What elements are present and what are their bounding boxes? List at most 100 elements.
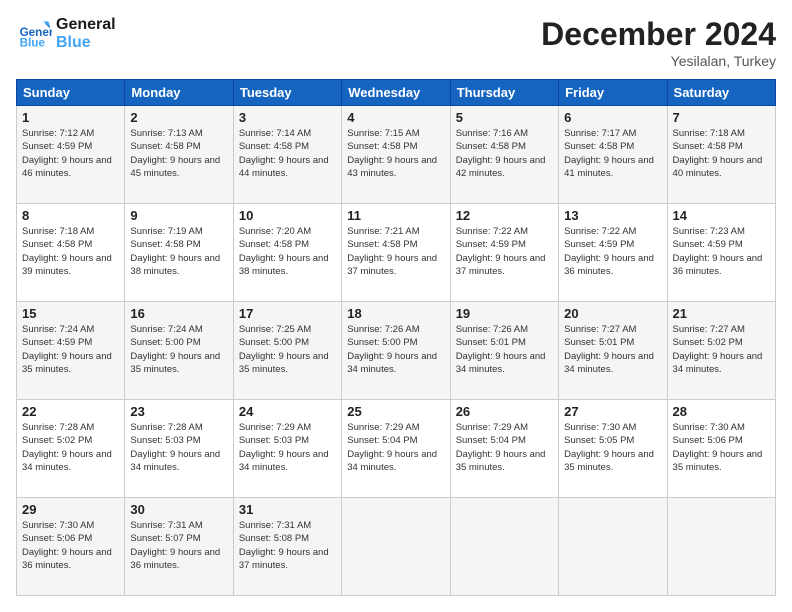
calendar-cell: 13Sunrise: 7:22 AMSunset: 4:59 PMDayligh… <box>559 204 667 302</box>
day-number: 9 <box>130 208 227 223</box>
col-header-friday: Friday <box>559 80 667 106</box>
calendar-row-0: 1Sunrise: 7:12 AMSunset: 4:59 PMDaylight… <box>17 106 776 204</box>
day-info: Sunrise: 7:26 AMSunset: 5:01 PMDaylight:… <box>456 324 546 375</box>
day-number: 26 <box>456 404 553 419</box>
calendar-cell: 20Sunrise: 7:27 AMSunset: 5:01 PMDayligh… <box>559 302 667 400</box>
calendar-cell <box>342 498 450 596</box>
day-info: Sunrise: 7:14 AMSunset: 4:58 PMDaylight:… <box>239 128 329 179</box>
day-number: 24 <box>239 404 336 419</box>
calendar-cell: 10Sunrise: 7:20 AMSunset: 4:58 PMDayligh… <box>233 204 341 302</box>
calendar-cell: 1Sunrise: 7:12 AMSunset: 4:59 PMDaylight… <box>17 106 125 204</box>
calendar-cell: 30 Sunrise: 7:31 AMSunset: 5:07 PMDayligh… <box>125 498 233 596</box>
calendar-cell: 14 Sunrise: 7:23 AMSunset: 4:59 PMDayligh… <box>667 204 775 302</box>
col-header-tuesday: Tuesday <box>233 80 341 106</box>
calendar-cell <box>667 498 775 596</box>
calendar-cell: 17 Sunrise: 7:25 AMSunset: 5:00 PMDayligh… <box>233 302 341 400</box>
day-info: Sunrise: 7:24 AMSunset: 4:59 PMDaylight:… <box>22 324 112 375</box>
logo-icon: General Blue <box>16 16 52 52</box>
day-number: 30 <box>130 502 227 517</box>
calendar-cell: 26 Sunrise: 7:29 AMSunset: 5:04 PMDayligh… <box>450 400 558 498</box>
day-number: 28 <box>673 404 770 419</box>
header: General Blue General Blue December 2024 … <box>16 16 776 69</box>
logo-line1: General <box>56 16 116 34</box>
calendar-cell: 25 Sunrise: 7:29 AMSunset: 5:04 PMDayligh… <box>342 400 450 498</box>
day-number: 8 <box>22 208 119 223</box>
day-number: 19 <box>456 306 553 321</box>
calendar-cell: 22 Sunrise: 7:28 AMSunset: 5:02 PMDayligh… <box>17 400 125 498</box>
col-header-monday: Monday <box>125 80 233 106</box>
calendar-row-4: 29Sunrise: 7:30 AMSunset: 5:06 PMDayligh… <box>17 498 776 596</box>
day-number: 1 <box>22 110 119 125</box>
page: General Blue General Blue December 2024 … <box>0 0 792 612</box>
day-info: Sunrise: 7:29 AMSunset: 5:03 PMDaylight:… <box>239 422 329 473</box>
day-number: 12 <box>456 208 553 223</box>
calendar-cell <box>559 498 667 596</box>
calendar-cell: 12 Sunrise: 7:22 AMSunset: 4:59 PMDayligh… <box>450 204 558 302</box>
day-number: 13 <box>564 208 661 223</box>
calendar-cell: 7Sunrise: 7:18 AMSunset: 4:58 PMDaylight… <box>667 106 775 204</box>
col-header-saturday: Saturday <box>667 80 775 106</box>
day-info: Sunrise: 7:15 AMSunset: 4:58 PMDaylight:… <box>347 128 437 179</box>
day-info: Sunrise: 7:19 AMSunset: 4:58 PMDaylight:… <box>130 226 220 277</box>
calendar-cell: 29Sunrise: 7:30 AMSunset: 5:06 PMDayligh… <box>17 498 125 596</box>
day-number: 5 <box>456 110 553 125</box>
calendar-cell: 2 Sunrise: 7:13 AMSunset: 4:58 PMDaylight… <box>125 106 233 204</box>
day-info: Sunrise: 7:24 AMSunset: 5:00 PMDaylight:… <box>130 324 220 375</box>
day-info: Sunrise: 7:23 AMSunset: 4:59 PMDaylight:… <box>673 226 763 277</box>
day-info: Sunrise: 7:22 AMSunset: 4:59 PMDaylight:… <box>456 226 546 277</box>
day-number: 25 <box>347 404 444 419</box>
month-title: December 2024 <box>541 16 776 53</box>
location: Yesilalan, Turkey <box>541 53 776 69</box>
calendar-cell: 15 Sunrise: 7:24 AMSunset: 4:59 PMDayligh… <box>17 302 125 400</box>
day-info: Sunrise: 7:27 AMSunset: 5:02 PMDaylight:… <box>673 324 763 375</box>
day-number: 18 <box>347 306 444 321</box>
day-info: Sunrise: 7:29 AMSunset: 5:04 PMDaylight:… <box>347 422 437 473</box>
calendar-cell: 4Sunrise: 7:15 AMSunset: 4:58 PMDaylight… <box>342 106 450 204</box>
day-info: Sunrise: 7:30 AMSunset: 5:05 PMDaylight:… <box>564 422 654 473</box>
calendar-cell: 5 Sunrise: 7:16 AMSunset: 4:58 PMDaylight… <box>450 106 558 204</box>
calendar-table: SundayMondayTuesdayWednesdayThursdayFrid… <box>16 79 776 596</box>
calendar-cell <box>450 498 558 596</box>
calendar-cell: 28 Sunrise: 7:30 AMSunset: 5:06 PMDayligh… <box>667 400 775 498</box>
day-info: Sunrise: 7:13 AMSunset: 4:58 PMDaylight:… <box>130 128 220 179</box>
day-number: 31 <box>239 502 336 517</box>
day-number: 16 <box>130 306 227 321</box>
col-header-wednesday: Wednesday <box>342 80 450 106</box>
day-info: Sunrise: 7:21 AMSunset: 4:58 PMDaylight:… <box>347 226 437 277</box>
day-info: Sunrise: 7:28 AMSunset: 5:02 PMDaylight:… <box>22 422 112 473</box>
calendar-cell: 23Sunrise: 7:28 AMSunset: 5:03 PMDayligh… <box>125 400 233 498</box>
day-info: Sunrise: 7:29 AMSunset: 5:04 PMDaylight:… <box>456 422 546 473</box>
calendar-cell: 31 Sunrise: 7:31 AMSunset: 5:08 PMDayligh… <box>233 498 341 596</box>
calendar-cell: 27 Sunrise: 7:30 AMSunset: 5:05 PMDayligh… <box>559 400 667 498</box>
calendar-cell: 21Sunrise: 7:27 AMSunset: 5:02 PMDayligh… <box>667 302 775 400</box>
day-number: 15 <box>22 306 119 321</box>
calendar-cell: 16 Sunrise: 7:24 AMSunset: 5:00 PMDayligh… <box>125 302 233 400</box>
col-header-sunday: Sunday <box>17 80 125 106</box>
day-info: Sunrise: 7:31 AMSunset: 5:07 PMDaylight:… <box>130 520 220 571</box>
calendar-cell: 8Sunrise: 7:18 AMSunset: 4:58 PMDaylight… <box>17 204 125 302</box>
day-info: Sunrise: 7:31 AMSunset: 5:08 PMDaylight:… <box>239 520 329 571</box>
calendar-row-2: 15 Sunrise: 7:24 AMSunset: 4:59 PMDayligh… <box>17 302 776 400</box>
day-number: 20 <box>564 306 661 321</box>
calendar-cell: 9 Sunrise: 7:19 AMSunset: 4:58 PMDaylight… <box>125 204 233 302</box>
calendar-cell: 6Sunrise: 7:17 AMSunset: 4:58 PMDaylight… <box>559 106 667 204</box>
logo-line2: Blue <box>56 34 116 52</box>
day-number: 17 <box>239 306 336 321</box>
calendar-cell: 18 Sunrise: 7:26 AMSunset: 5:00 PMDayligh… <box>342 302 450 400</box>
day-number: 14 <box>673 208 770 223</box>
day-number: 11 <box>347 208 444 223</box>
calendar-row-3: 22 Sunrise: 7:28 AMSunset: 5:02 PMDayligh… <box>17 400 776 498</box>
svg-text:Blue: Blue <box>20 37 46 50</box>
day-number: 2 <box>130 110 227 125</box>
day-number: 27 <box>564 404 661 419</box>
day-number: 29 <box>22 502 119 517</box>
calendar-body: 1Sunrise: 7:12 AMSunset: 4:59 PMDaylight… <box>17 106 776 596</box>
title-block: December 2024 Yesilalan, Turkey <box>541 16 776 69</box>
day-info: Sunrise: 7:30 AMSunset: 5:06 PMDaylight:… <box>673 422 763 473</box>
day-number: 3 <box>239 110 336 125</box>
day-info: Sunrise: 7:26 AMSunset: 5:00 PMDaylight:… <box>347 324 437 375</box>
day-info: Sunrise: 7:16 AMSunset: 4:58 PMDaylight:… <box>456 128 546 179</box>
day-number: 22 <box>22 404 119 419</box>
day-info: Sunrise: 7:20 AMSunset: 4:58 PMDaylight:… <box>239 226 329 277</box>
day-info: Sunrise: 7:25 AMSunset: 5:00 PMDaylight:… <box>239 324 329 375</box>
